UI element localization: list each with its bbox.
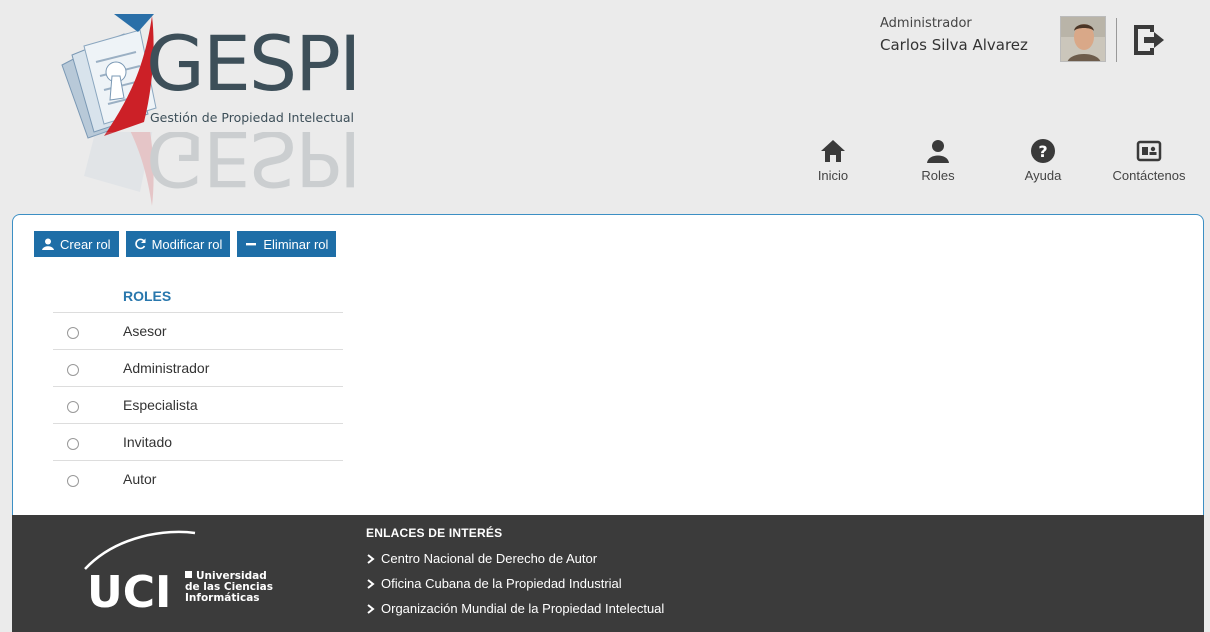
chevron-right-icon <box>367 553 375 564</box>
nav-roles[interactable]: Roles <box>915 138 961 192</box>
link-ocpi[interactable]: Oficina Cubana de la Propiedad Industria… <box>366 576 622 591</box>
chevron-right-icon <box>367 603 375 614</box>
modify-role-button[interactable]: Modificar rol <box>125 231 231 257</box>
table-row[interactable]: Especialista <box>53 387 343 424</box>
nav-roles-label: Roles <box>921 168 955 183</box>
link-ompi[interactable]: Organización Mundial de la Propiedad Int… <box>366 601 664 616</box>
nav-inicio[interactable]: Inicio <box>810 138 856 192</box>
table-row[interactable]: Administrador <box>53 350 343 387</box>
avatar[interactable] <box>1060 16 1106 62</box>
minus-icon <box>246 243 257 246</box>
role-label: Asesor <box>123 323 167 339</box>
user-name: Carlos Silva Alvarez <box>880 36 1028 54</box>
role-radio[interactable] <box>67 327 79 339</box>
tagline-text: Gestión de Propiedad Intelectual <box>150 110 354 125</box>
uci-logo[interactable]: UCI Universidad de las Ciencias Informát… <box>77 529 297 618</box>
nav-ayuda-label: Ayuda <box>1024 168 1062 183</box>
refresh-icon <box>134 238 146 250</box>
svg-text:UCI: UCI <box>87 567 171 609</box>
role-radio[interactable] <box>67 364 79 376</box>
help-icon: ? <box>1031 139 1055 163</box>
table-row[interactable]: Asesor <box>53 313 343 350</box>
contact-card-icon <box>1136 140 1162 162</box>
role-label: Invitado <box>123 434 173 450</box>
roles-table: ROLES Asesor Administrador Especialista … <box>53 281 343 498</box>
roles-header-label: ROLES <box>123 288 172 304</box>
links-title: ENLACES DE INTERÉS <box>366 526 503 540</box>
link-label: Centro Nacional de Derecho de Autor <box>381 551 598 566</box>
logo-reflection: GESPI Gestión de Propiedad Intelectual <box>48 132 388 212</box>
user-icon <box>927 140 949 163</box>
logout-icon[interactable] <box>1128 20 1168 60</box>
table-row[interactable]: Autor <box>53 461 343 498</box>
home-icon <box>821 140 845 162</box>
link-label: Oficina Cubana de la Propiedad Industria… <box>381 576 622 591</box>
roles-panel: Crear rol Modificar rol Eliminar rol ROL… <box>12 214 1204 524</box>
svg-text:?: ? <box>1038 142 1047 161</box>
role-radio[interactable] <box>67 475 79 487</box>
roles-toolbar: Crear rol Modificar rol Eliminar rol <box>34 231 337 257</box>
svg-text:GESPI: GESPI <box>146 132 359 203</box>
nav-inicio-label: Inicio <box>817 168 849 183</box>
create-role-button[interactable]: Crear rol <box>34 231 119 257</box>
link-cenda[interactable]: Centro Nacional de Derecho de Autor <box>366 551 597 566</box>
user-icon <box>42 238 54 250</box>
roles-table-header: ROLES <box>53 281 343 313</box>
user-role: Administrador <box>880 16 972 31</box>
header-divider <box>1116 18 1117 62</box>
svg-text:GESPI: GESPI <box>146 19 359 108</box>
link-label: Organización Mundial de la Propiedad Int… <box>381 601 665 616</box>
nav-ayuda[interactable]: ? Ayuda <box>1020 138 1066 192</box>
role-label: Especialista <box>123 397 198 413</box>
footer: UCI Universidad de las Ciencias Informát… <box>12 515 1204 632</box>
role-label: Administrador <box>123 360 210 376</box>
modify-role-label: Modificar rol <box>151 236 223 252</box>
table-row[interactable]: Invitado <box>53 424 343 461</box>
role-radio[interactable] <box>67 438 79 450</box>
create-role-label: Crear rol <box>60 236 111 252</box>
user-info: Administrador Carlos Silva Alvarez <box>880 16 1180 68</box>
role-radio[interactable] <box>67 401 79 413</box>
chevron-right-icon <box>367 578 375 589</box>
role-label: Autor <box>123 471 157 487</box>
nav-contactenos[interactable]: Contáctenos <box>1106 138 1192 192</box>
delete-role-button[interactable]: Eliminar rol <box>237 231 337 257</box>
header: GESPI Gestión de Propiedad Intelectual G… <box>0 0 1210 214</box>
university-line3: Informáticas <box>185 592 260 604</box>
nav-contactenos-label: Contáctenos <box>1112 168 1186 183</box>
delete-role-label: Eliminar rol <box>263 236 329 252</box>
